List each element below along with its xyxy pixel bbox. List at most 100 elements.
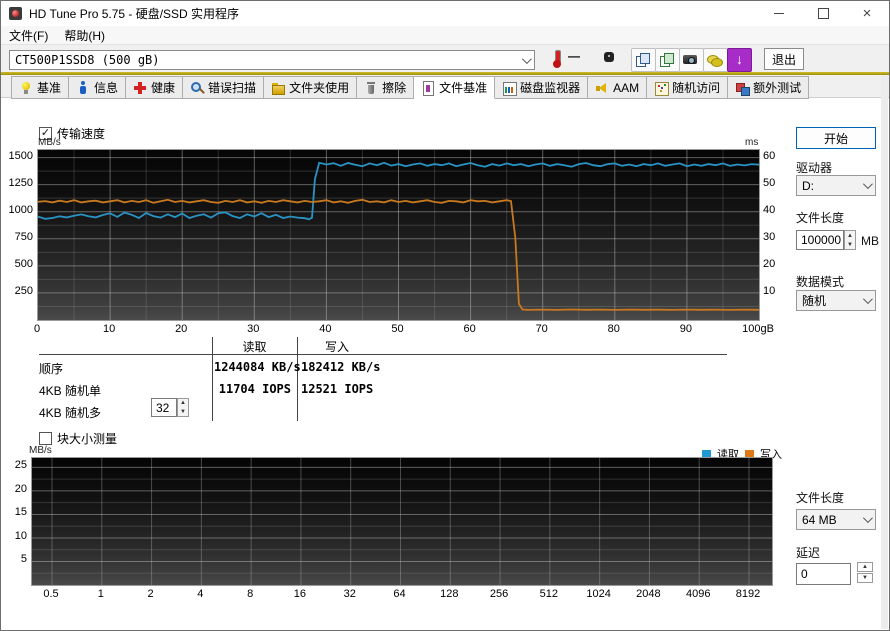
spin-up-icon: ▲: [847, 232, 853, 239]
x-tick-label: 60: [463, 323, 476, 335]
exit-button[interactable]: 退出: [764, 48, 804, 70]
row-label-4kb-multi: 4KB 随机多: [39, 406, 102, 420]
close-button[interactable]: ×: [845, 1, 889, 26]
tab-random-access[interactable]: 随机访问: [647, 76, 729, 99]
x-tick-label: 90: [679, 323, 693, 335]
legend-swatch: [745, 449, 754, 459]
spin-down-icon: ▼: [847, 241, 853, 248]
legend-label: 写入: [760, 449, 782, 461]
series-写入: [38, 198, 759, 311]
checkbox-unchecked-icon: [39, 432, 52, 445]
tab-folder-usage[interactable]: 文件夹使用: [264, 76, 358, 99]
download-arrow-icon: ↓: [736, 51, 743, 67]
screenshot-button[interactable]: [679, 48, 704, 72]
sequential-read-value: 1244084 KB/s: [214, 360, 301, 374]
file-length-stepper[interactable]: ▲ ▼: [844, 230, 856, 250]
block-size-label: 块大小测量: [57, 432, 118, 446]
hdtune-window: HD Tune Pro 5.75 - 硬盘/SSD 实用程序 × 文件(F) 帮…: [0, 0, 890, 631]
spin-up-icon: ▲: [180, 400, 186, 407]
update-download-button[interactable]: ↓: [727, 48, 752, 72]
tab-disk-monitor[interactable]: 磁盘监视器: [495, 76, 589, 99]
file-length2-label: 文件长度: [796, 491, 845, 505]
tab-label: 基准: [37, 81, 62, 95]
extra-tests-icon: [735, 81, 751, 96]
file-length-value: 100000: [801, 233, 842, 247]
read-column-header: 读取: [242, 340, 267, 354]
drive-combo[interactable]: D:: [796, 175, 876, 196]
y-tick-right: 50: [763, 176, 776, 189]
minimize-button[interactable]: [757, 1, 801, 26]
tab-benchmark[interactable]: 基准: [11, 76, 70, 99]
delay-stepper[interactable]: ▲ ▼: [857, 562, 873, 584]
tab-label: 健康: [151, 81, 176, 95]
data-mode-combo[interactable]: 随机: [796, 290, 876, 311]
drive-select-value: CT500P1SSD8 (500 gB): [15, 53, 160, 67]
copy-image-icon: [659, 52, 674, 67]
window-edge-strip: [881, 75, 888, 629]
file-length2-value: 64 MB: [802, 512, 837, 527]
tab-error-scan[interactable]: 错误扫描: [183, 76, 265, 99]
spin-up-icon: ▲: [857, 562, 873, 572]
table-divider: [212, 337, 213, 421]
window-title: HD Tune Pro 5.75 - 硬盘/SSD 实用程序: [29, 7, 240, 21]
copy-image-button[interactable]: [655, 48, 680, 72]
row-label-sequential: 顺序: [39, 362, 64, 376]
y-tick-right: 60: [763, 149, 776, 162]
x-tick-label: 2: [147, 588, 154, 600]
maximize-button[interactable]: [801, 1, 845, 26]
delay-input[interactable]: 0: [796, 563, 851, 585]
y-tick-left: 750: [14, 230, 33, 243]
x-tick-label: 20: [175, 323, 188, 335]
transfer-speed-checkbox[interactable]: ✓ 传输速度: [39, 125, 105, 142]
x-tick-label: 0.5: [43, 588, 59, 600]
menu-file[interactable]: 文件(F): [1, 26, 56, 44]
block-size-checkbox[interactable]: 块大小测量: [39, 430, 117, 447]
file-length-input[interactable]: 100000: [796, 230, 844, 250]
y-tick-left: 250: [14, 284, 33, 297]
y-tick-label: 15: [14, 506, 27, 519]
y-axis-unit-right: ms: [745, 137, 759, 148]
table-divider: [39, 354, 727, 355]
x-tick-label: 0: [33, 323, 41, 335]
4kb-single-read-value: 11704 IOPS: [218, 382, 291, 396]
folder-icon: [271, 81, 286, 95]
tab-label: 擦除: [382, 81, 407, 95]
queue-depth-input[interactable]: 32: [151, 398, 177, 417]
queue-depth-stepper[interactable]: ▲ ▼: [177, 398, 189, 417]
start-button[interactable]: 开始: [796, 127, 876, 149]
chevron-down-icon: [862, 294, 873, 305]
legend-label: 读取: [717, 449, 739, 461]
x-tick-label: 8: [247, 588, 254, 600]
chevron-down-icon: [521, 53, 532, 64]
menubar: 文件(F) 帮助(H): [1, 26, 889, 44]
tab-erase[interactable]: 擦除: [357, 76, 415, 99]
copy-icon: [635, 52, 650, 67]
tab-info[interactable]: 信息: [69, 76, 127, 99]
tab-file-benchmark[interactable]: 文件基准: [414, 76, 496, 99]
app-icon: [9, 6, 23, 21]
queue-depth-value: 32: [156, 400, 170, 415]
drive-select-combo[interactable]: CT500P1SSD8 (500 gB): [9, 50, 535, 70]
y-tick-label: 25: [14, 459, 27, 472]
money-icon: [707, 52, 723, 67]
data-mode-label: 数据模式: [796, 275, 845, 289]
file-benchmark-icon: [421, 80, 435, 96]
x-tick-label: 10: [102, 323, 116, 335]
chevron-down-icon: [862, 513, 873, 524]
y-tick-left: 1500: [8, 149, 33, 162]
benchmark-icon: [19, 81, 33, 95]
tab-aam[interactable]: AAM: [588, 76, 648, 99]
drive-combo-value: D:: [802, 178, 814, 193]
titlebar: HD Tune Pro 5.75 - 硬盘/SSD 实用程序: [1, 1, 889, 26]
copy-text-button[interactable]: [631, 48, 656, 72]
exit-button-label: 退出: [771, 52, 796, 67]
menu-help[interactable]: 帮助(H): [56, 26, 113, 44]
table-divider: [297, 337, 298, 421]
tab-label: 文件基准: [439, 81, 488, 95]
tab-health[interactable]: 健康: [126, 76, 184, 99]
file-length2-combo[interactable]: 64 MB: [796, 509, 876, 530]
temperature-value: —: [568, 49, 580, 63]
buy-button[interactable]: [703, 48, 728, 72]
row-label-4kb-single: 4KB 随机单: [39, 384, 102, 398]
tab-extra-tests[interactable]: 额外测试: [728, 76, 810, 99]
